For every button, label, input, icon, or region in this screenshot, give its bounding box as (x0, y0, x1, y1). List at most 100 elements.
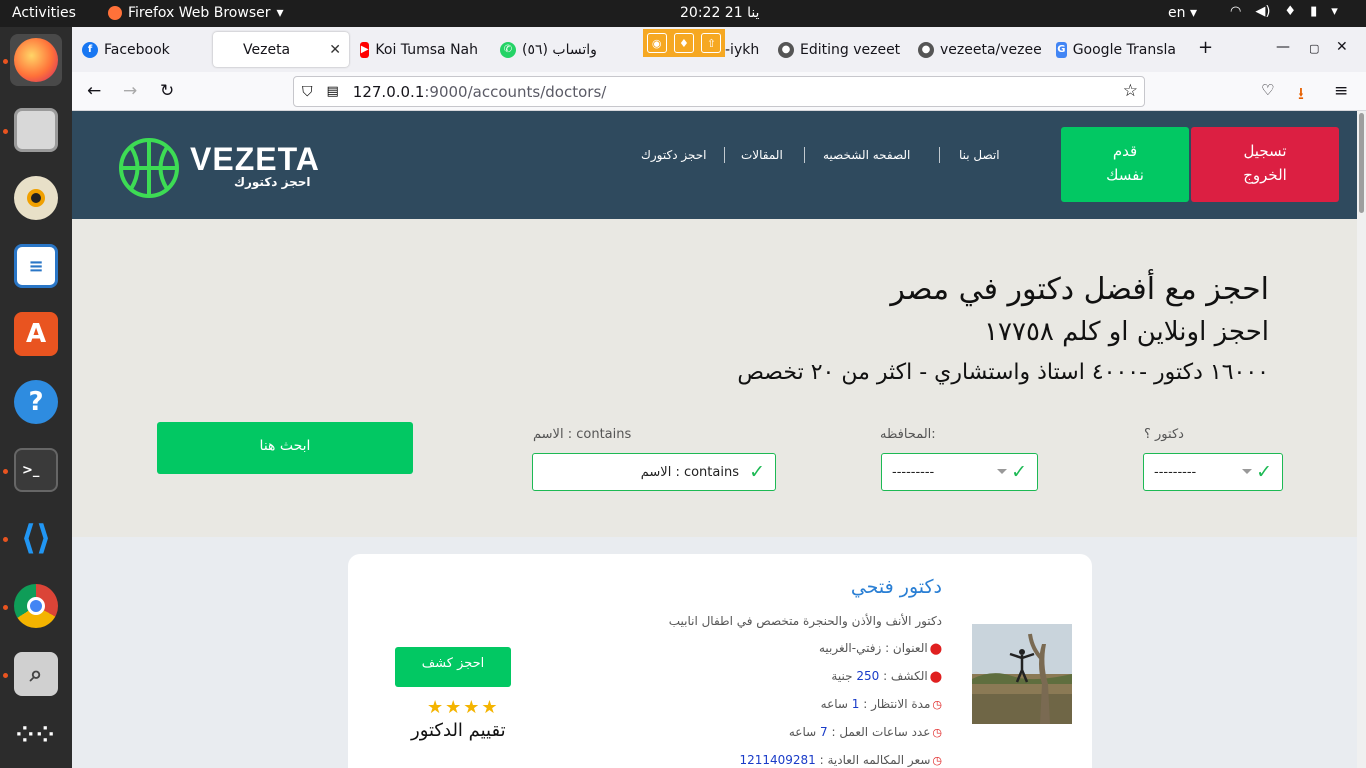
page-info-icon[interactable]: ▤ (327, 84, 339, 99)
hero-section: احجز مع أفضل دكتور في مصر احجز اونلاين ا… (72, 219, 1357, 537)
tab-facebook[interactable]: f Facebook (82, 32, 210, 67)
doctor-photo (972, 624, 1072, 724)
address-value: زفتي-الغربيه (818, 641, 882, 655)
logout-label: تسجيل الخروج (1243, 142, 1287, 184)
doctor-select[interactable]: --------- ✓ (1143, 453, 1283, 491)
clock-icon: ◷ (932, 754, 942, 767)
doctor-call-price: ◷سعر المكالمه العادية : 1211409281 (739, 753, 942, 767)
dock-terminal[interactable]: >_ (10, 444, 62, 496)
close-window-icon[interactable]: ✕ (1336, 39, 1348, 55)
dock-writer[interactable]: ≡ (10, 240, 62, 292)
dock-vscode[interactable]: ⟨⟩ (10, 512, 62, 564)
nav-divider (939, 147, 940, 163)
name-search-value: الاسم : contains (640, 465, 739, 480)
dock-software[interactable]: A (10, 308, 62, 360)
map-pin-icon: ⬤ (929, 670, 942, 683)
hamburger-menu-icon[interactable]: ≡ (1334, 81, 1348, 101)
doctor-name[interactable]: دكتور فتحي (851, 576, 942, 598)
chevron-down-icon (997, 469, 1007, 474)
github-icon: ● (918, 41, 934, 58)
tab-vezeta[interactable]: Vezeta ✕ (213, 32, 349, 67)
screenshot-icon: ⌕ (14, 652, 58, 696)
close-tab-icon[interactable]: ✕ (329, 42, 341, 58)
nav-divider (724, 147, 725, 163)
whatsapp-icon: ✆ (500, 41, 516, 58)
name-filter-label: الاسم : contains (533, 427, 632, 442)
running-indicator (3, 129, 8, 134)
tab-google-translate[interactable]: G Google Transla (1056, 32, 1176, 67)
url-bar[interactable]: ⛉ ▤ 127.0.0.1:9000/accounts/doctors/ ☆ (293, 76, 1145, 107)
firefox-icon (14, 38, 58, 82)
hours-unit: ساعه (788, 725, 817, 739)
tab-label: Facebook (104, 41, 170, 58)
maximize-icon[interactable]: ▢ (1309, 42, 1319, 55)
navigation-toolbar: ← → ↻ ⛉ ▤ 127.0.0.1:9000/accounts/doctor… (72, 72, 1366, 111)
tab-label: Google Transla (1072, 41, 1176, 58)
minimize-icon[interactable]: — (1276, 39, 1290, 55)
address-label: العنوان : (885, 641, 928, 655)
new-tab-icon[interactable]: + (1198, 37, 1213, 58)
tab-partial[interactable]: -iykh (725, 32, 771, 67)
nav-profile[interactable]: الصفحه الشخصيه (823, 148, 910, 162)
governorate-select[interactable]: --------- ✓ (881, 453, 1038, 491)
dock-rhythmbox[interactable] (10, 172, 62, 224)
wait-unit: ساعه (820, 697, 848, 711)
join-button[interactable]: قدم نفسك (1061, 127, 1189, 202)
tab-github-repo[interactable]: ● vezeeta/vezee (918, 32, 1046, 67)
forward-icon[interactable]: → (123, 81, 137, 101)
tab-github-editing[interactable]: ● Editing vezeet (778, 32, 906, 67)
apps-grid-icon: ⁘⁘ (15, 723, 57, 748)
back-icon[interactable]: ← (87, 81, 101, 101)
dock-screenshot[interactable]: ⌕ (10, 648, 62, 700)
dock-show-apps[interactable]: ⁘⁘ (10, 710, 62, 762)
search-button[interactable]: ابحث هنا (157, 422, 413, 474)
pocket-icon[interactable]: ♡ (1261, 81, 1274, 99)
dock-help[interactable]: ? (10, 376, 62, 428)
system-top-bar: Activities Firefox Web Browser ▾ 20:22 2… (0, 0, 1366, 27)
url-host: 127.0.0.1 (352, 82, 425, 101)
fee-unit: جنية (831, 669, 853, 683)
dock-chrome[interactable] (10, 580, 62, 632)
scrollbar-thumb[interactable] (1359, 113, 1364, 213)
app-menu[interactable]: Firefox Web Browser ▾ (108, 5, 284, 21)
logout-button[interactable]: تسجيل الخروج (1191, 127, 1339, 202)
microphone-sharing-icon[interactable]: ♦ (673, 33, 694, 53)
screen-sharing-icon[interactable]: ⇧ (701, 33, 722, 53)
shield-icon[interactable]: ⛉ (302, 84, 313, 100)
tab-youtube[interactable]: ▶ Koi Tumsa Nah (360, 32, 478, 67)
chrome-icon (14, 584, 58, 628)
logo-text[interactable]: VEZETA (190, 141, 320, 178)
join-label: قدم نفسك (1106, 142, 1144, 184)
running-indicator (3, 469, 8, 474)
doctor-fee: ⬤الكشف : 250 جنية (831, 669, 942, 683)
doctor-photo-image (972, 624, 1072, 724)
dock-files[interactable] (10, 104, 62, 156)
system-tray[interactable]: ◠ ◀) ♦ ▮ ▾ (1230, 4, 1338, 19)
chevron-down-icon: ▾ (276, 5, 284, 21)
nav-contact[interactable]: اتصل بنا (959, 148, 1000, 162)
fee-value: 250 (856, 669, 880, 683)
reload-icon[interactable]: ↻ (160, 81, 174, 101)
name-search-input[interactable]: الاسم : contains ✓ (532, 453, 776, 491)
tab-whatsapp[interactable]: ✆ واتساب (٥٦) (500, 32, 642, 67)
wait-label: مدة الانتظار : (863, 697, 931, 711)
wait-value: 1 (851, 697, 860, 711)
activities-button[interactable]: Activities (12, 5, 76, 21)
download-icon[interactable]: ⭳ (1298, 81, 1304, 110)
language-indicator[interactable]: en ▾ (1168, 5, 1197, 21)
tab-label: Koi Tumsa Nah (375, 41, 478, 58)
bookmark-star-icon[interactable]: ☆ (1123, 81, 1138, 101)
files-icon (14, 108, 58, 152)
rating-label: تقييم الدكتور (411, 720, 506, 741)
call-value: 1211409281 (739, 753, 816, 767)
dock-firefox[interactable] (10, 34, 62, 86)
hero-subtitle: احجز اونلاين او كلم ١٧٧٥٨ (984, 317, 1269, 347)
book-appointment-button[interactable]: احجز كشف (395, 647, 511, 687)
hours-value: 7 (820, 725, 828, 739)
nav-book-doctor[interactable]: احجز دكتورك (641, 148, 707, 162)
nav-articles[interactable]: المقالات (741, 148, 783, 162)
clock[interactable]: 20:22 21 ينا (680, 5, 759, 21)
doctor-working-hours: ◷عدد ساعات العمل : 7 ساعه (789, 725, 942, 739)
page-scrollbar[interactable] (1357, 111, 1366, 768)
tab-label: -iykh (725, 41, 760, 58)
